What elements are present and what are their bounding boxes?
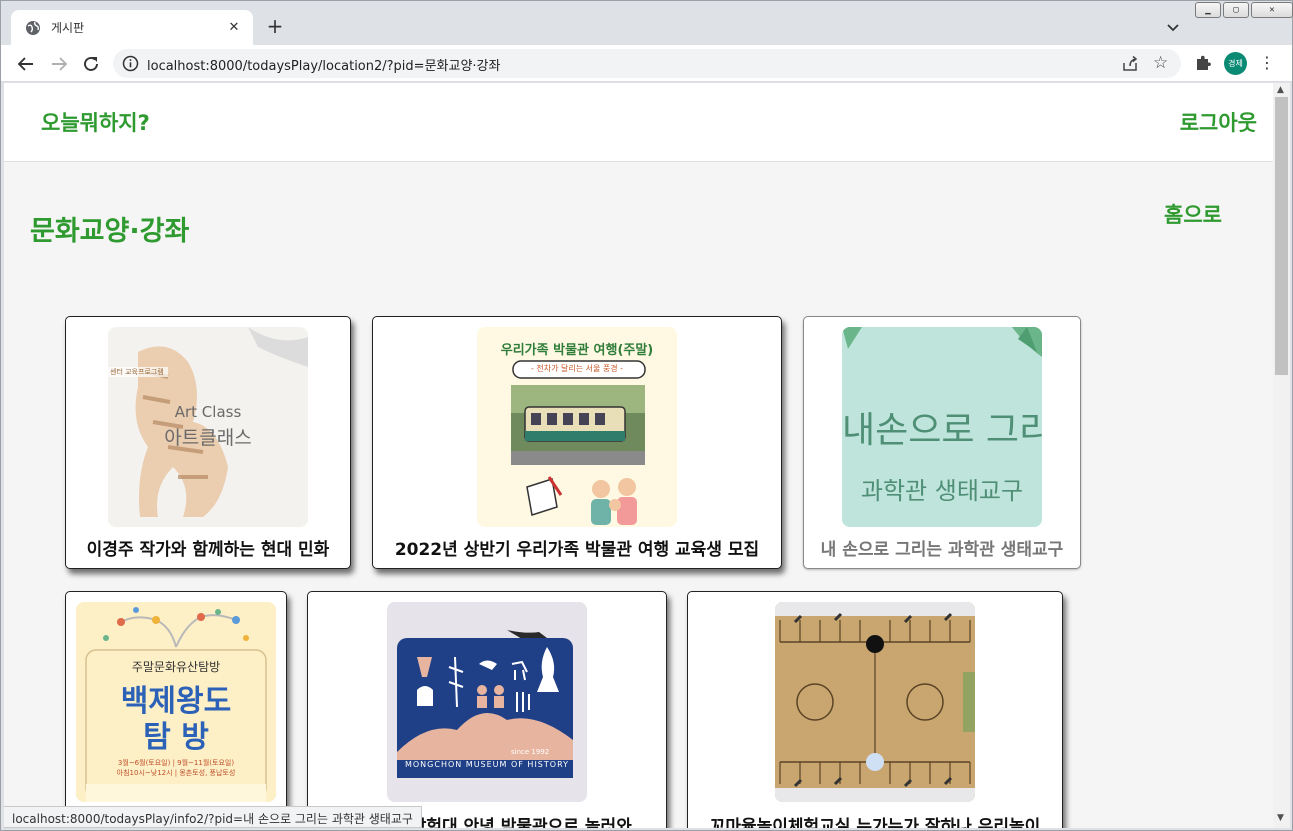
card-caption[interactable]: 2022년 상반기 우리가족 박물관 여행 교육생 모집	[373, 535, 781, 560]
program-card[interactable]: 우리가족 박물관 여행(주말) - 전차가 달리는 서울 풍경 - 2022년 …	[372, 316, 782, 569]
program-card[interactable]: since 1992 MONGCHON MUSEUM OF HISTORY 한성…	[307, 591, 667, 828]
card-thumbnail[interactable]: 우리가족 박물관 여행(주말) - 전차가 달리는 서울 풍경 -	[477, 327, 677, 527]
profile-avatar[interactable]: 경제	[1224, 52, 1247, 75]
card-thumbnail[interactable]: since 1992 MONGCHON MUSEUM OF HISTORY	[387, 602, 587, 802]
card-caption[interactable]: 이경주 작가와 함께하는 현대 민화	[66, 535, 350, 560]
restore-icon[interactable]: ▢	[1223, 2, 1249, 18]
card-thumbnail[interactable]: 주말문화유산탐방 백제왕도 탐 방 3월~6월(토요일) | 9월~11월(토요…	[76, 602, 276, 802]
globe-icon	[25, 20, 41, 36]
thumb-text: 아트클래스	[164, 427, 252, 449]
tab-strip: 게시판 ✕ + ▁ ▢ ✕	[1, 1, 1293, 45]
thumb-text: 3월~6월(토요일) | 9월~11월(토요일)	[117, 759, 235, 767]
thumb-text: 내손으로 그리	[842, 410, 1042, 451]
thumb-text: 우리가족 박물관 여행(주말)	[500, 343, 654, 358]
scroll-down-icon[interactable]: ▼	[1277, 813, 1284, 823]
program-card[interactable]: 내손으로 그리 과학관 생태교구 내 손으로 그리는 과학관 생태교구	[803, 316, 1081, 569]
browser-toolbar: localhost:8000/todaysPlay/location2/?pid…	[1, 45, 1292, 82]
thumb-text: 주말문화유산탐방	[131, 660, 221, 674]
link-status-bubble: localhost:8000/todaysPlay/info2/?pid=내 손…	[4, 806, 422, 828]
scroll-up-icon[interactable]: ▲	[1277, 85, 1284, 95]
scrollbar-thumb[interactable]	[1275, 97, 1288, 375]
forward-arrow-icon[interactable]	[48, 53, 70, 75]
site-brand-link[interactable]: 오늘뭐하지?	[41, 107, 150, 137]
page-title: 문화교양·강좌	[30, 216, 190, 247]
card-caption[interactable]: 내 손으로 그리는 과학관 생태교구	[804, 535, 1080, 560]
logout-link[interactable]: 로그아웃	[1180, 107, 1257, 137]
thumb-text: 아침10시~낮12시 | 몽촌토성, 풍납토성	[116, 769, 236, 777]
thumb-text: 탐 방	[143, 720, 209, 755]
program-card[interactable]: 주말문화유산탐방 백제왕도 탐 방 3월~6월(토요일) | 9월~11월(토요…	[65, 591, 287, 828]
site-info-icon[interactable]	[122, 55, 139, 72]
thumb-text: MONGCHON MUSEUM OF HISTORY	[404, 760, 569, 769]
back-arrow-icon[interactable]	[15, 53, 37, 75]
window-close-icon[interactable]: ✕	[1251, 2, 1293, 18]
card-thumbnail[interactable]: 내손으로 그리 과학관 생태교구	[842, 327, 1042, 527]
card-thumbnail[interactable]: 센터 교육프로그램 Art Class 아트클래스	[108, 327, 308, 527]
home-link[interactable]: 홈으로	[1164, 199, 1222, 229]
browser-window: 게시판 ✕ + ▁ ▢ ✕ localhost:8000/todaysPlay/…	[0, 0, 1293, 831]
page-scrollbar[interactable]: ▲ ▼	[1273, 83, 1290, 828]
site-header: 오늘뭐하지? 로그아웃	[4, 83, 1273, 162]
url-text[interactable]: localhost:8000/todaysPlay/location2/?pid…	[147, 55, 500, 74]
tab-close-icon[interactable]: ✕	[225, 20, 243, 35]
tab-search-chevron-icon[interactable]	[1163, 17, 1183, 37]
share-icon[interactable]	[1121, 55, 1139, 73]
thumb-text: - 전차가 달리는 서울 풍경 -	[530, 364, 624, 373]
more-menu-icon[interactable]: ⋮	[1259, 53, 1275, 73]
thumb-text: 과학관 생태교구	[860, 477, 1024, 505]
reload-icon[interactable]	[80, 53, 102, 75]
extensions-puzzle-icon[interactable]	[1194, 54, 1212, 72]
thumb-text: Art Class	[174, 403, 242, 421]
minimize-icon[interactable]: ▁	[1195, 2, 1221, 18]
window-controls: ▁ ▢ ✕	[1195, 2, 1293, 18]
new-tab-icon[interactable]: +	[263, 16, 287, 36]
program-card[interactable]: 센터 교육프로그램 Art Class 아트클래스 이경주 작가와 함께하는 현…	[65, 316, 351, 569]
page-viewport: 오늘뭐하지? 로그아웃 문화교양·강좌 홈으로 센터 교육프로그램 Art Cl…	[4, 83, 1273, 828]
browser-tab[interactable]: 게시판 ✕	[11, 10, 253, 45]
thumb-text: since 1992	[511, 748, 550, 756]
address-bar[interactable]: localhost:8000/todaysPlay/location2/?pid…	[113, 49, 1181, 78]
bookmark-star-icon[interactable]: ☆	[1153, 53, 1168, 73]
thumb-text: 센터 교육프로그램	[110, 368, 164, 376]
program-card[interactable]: 꼬마윷놀이체험교실 누가누가 잘하나 우리놀이	[687, 591, 1063, 828]
card-thumbnail[interactable]	[775, 602, 975, 802]
tab-title: 게시판	[51, 21, 85, 35]
card-caption[interactable]: 꼬마윷놀이체험교실 누가누가 잘하나 우리놀이	[688, 812, 1062, 828]
